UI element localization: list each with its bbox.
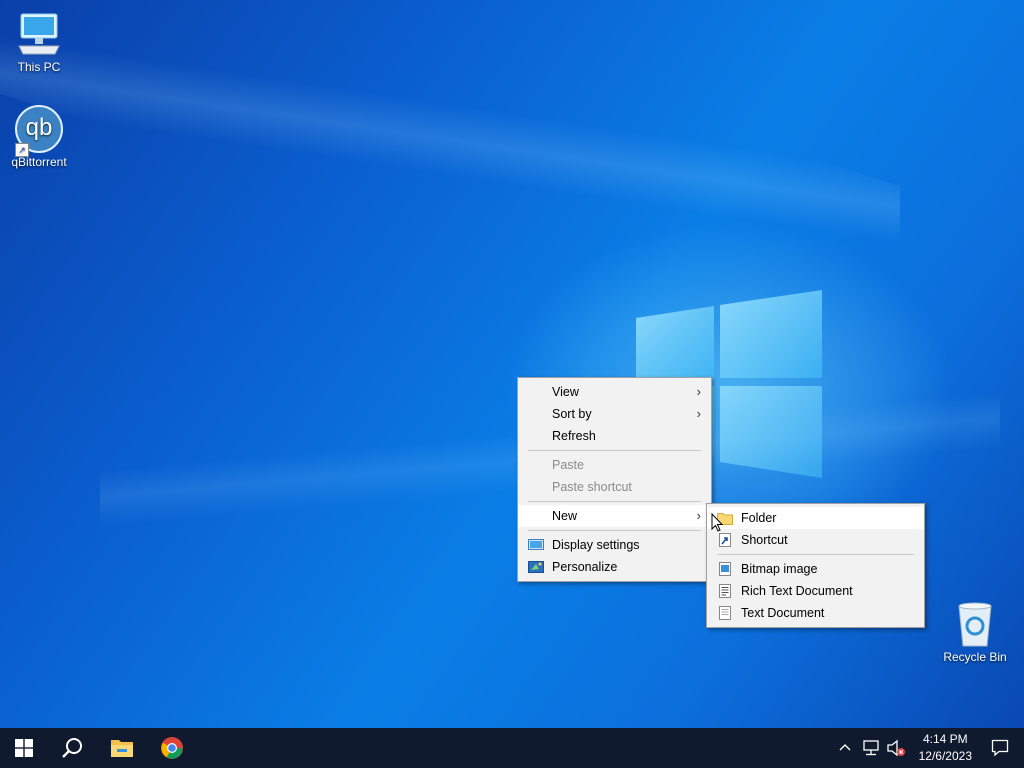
- menu-item-label: Refresh: [552, 429, 596, 443]
- desktop-icon-recycle-bin[interactable]: Recycle Bin: [937, 600, 1013, 664]
- submenu-item-label: Folder: [741, 511, 777, 525]
- show-hidden-icons-button[interactable]: [838, 740, 852, 759]
- submenu-item-label: Rich Text Document: [741, 584, 853, 598]
- submenu-item-shortcut[interactable]: Shortcut: [707, 529, 924, 551]
- submenu-item-bitmap[interactable]: Bitmap image: [707, 558, 924, 580]
- chevron-right-icon: ›: [696, 384, 701, 399]
- menu-item-label: Display settings: [552, 538, 640, 552]
- menu-separator: [528, 501, 701, 502]
- menu-item-display-settings[interactable]: Display settings: [518, 534, 711, 556]
- qbittorrent-glyph: qb: [25, 114, 53, 141]
- submenu-item-label: Text Document: [741, 606, 825, 620]
- volume-muted-icon: [887, 739, 905, 757]
- taskbar: 4:14 PM 12/6/2023: [0, 728, 1024, 768]
- desktop-context-menu: View › Sort by › Refresh Paste Paste sho…: [517, 377, 712, 582]
- clock-date: 12/6/2023: [918, 749, 972, 763]
- submenu-item-folder[interactable]: Folder: [707, 507, 924, 529]
- search-icon: [62, 738, 82, 758]
- menu-separator: [528, 530, 701, 531]
- windows-start-icon: [15, 739, 33, 757]
- text-document-icon: [719, 606, 731, 620]
- file-explorer-icon: [111, 740, 133, 757]
- menu-item-new[interactable]: New ›: [518, 505, 711, 527]
- menu-item-label: Paste: [552, 458, 584, 472]
- menu-separator: [717, 554, 914, 555]
- chrome-button[interactable]: [148, 728, 196, 768]
- desktop-icon-label: Recycle Bin: [943, 650, 1007, 664]
- submenu-item-text[interactable]: Text Document: [707, 602, 924, 624]
- qbittorrent-icon: qb ↗: [15, 105, 63, 157]
- menu-item-paste: Paste: [518, 454, 711, 476]
- notification-icon: [991, 739, 1009, 757]
- menu-item-sort-by[interactable]: Sort by ›: [518, 403, 711, 425]
- chevron-up-icon: [839, 744, 851, 751]
- desktop-icon-label: qBittorrent: [11, 155, 67, 169]
- clock-time: 4:14 PM: [922, 732, 968, 746]
- action-center-button[interactable]: [976, 728, 1024, 768]
- rich-text-document-icon: [719, 584, 731, 598]
- mouse-cursor-icon: [711, 513, 724, 532]
- taskbar-clock[interactable]: 4:14 PM 12/6/2023: [919, 731, 972, 765]
- menu-item-label: Sort by: [552, 407, 592, 421]
- submenu-item-rich-text[interactable]: Rich Text Document: [707, 580, 924, 602]
- desktop-icon-label: This PC: [17, 60, 61, 74]
- start-button[interactable]: [0, 728, 48, 768]
- menu-item-personalize[interactable]: Personalize: [518, 556, 711, 578]
- menu-separator: [528, 450, 701, 451]
- volume-tray-button[interactable]: [886, 738, 906, 763]
- submenu-item-label: Bitmap image: [741, 562, 818, 576]
- file-explorer-button[interactable]: [98, 728, 146, 768]
- submenu-item-label: Shortcut: [741, 533, 788, 547]
- personalize-icon: [528, 561, 544, 573]
- shortcut-arrow-icon: ↗: [15, 143, 29, 157]
- menu-item-label: Paste shortcut: [552, 480, 632, 494]
- shortcut-icon: [719, 533, 731, 547]
- chevron-right-icon: ›: [696, 508, 701, 523]
- display-settings-icon: [528, 539, 544, 550]
- menu-item-view[interactable]: View ›: [518, 381, 711, 403]
- desktop-icon-this-pc[interactable]: This PC: [1, 10, 77, 74]
- menu-item-label: Personalize: [552, 560, 618, 574]
- bitmap-image-icon: [719, 562, 731, 576]
- network-tray-button[interactable]: [862, 739, 880, 762]
- menu-item-paste-shortcut: Paste shortcut: [518, 476, 711, 498]
- menu-item-label: View: [552, 385, 579, 399]
- chrome-icon: [161, 737, 183, 759]
- desktop-icon-qbittorrent[interactable]: qb ↗ qBittorrent: [1, 105, 77, 169]
- recycle-bin-icon: [951, 600, 999, 648]
- chevron-right-icon: ›: [696, 406, 701, 421]
- search-button[interactable]: [48, 728, 96, 768]
- network-icon: [863, 740, 879, 756]
- computer-icon: [15, 10, 63, 58]
- menu-item-label: New: [552, 509, 578, 523]
- menu-item-refresh[interactable]: Refresh: [518, 425, 711, 447]
- new-submenu: Folder Shortcut Bitmap image Rich Text D…: [706, 503, 925, 628]
